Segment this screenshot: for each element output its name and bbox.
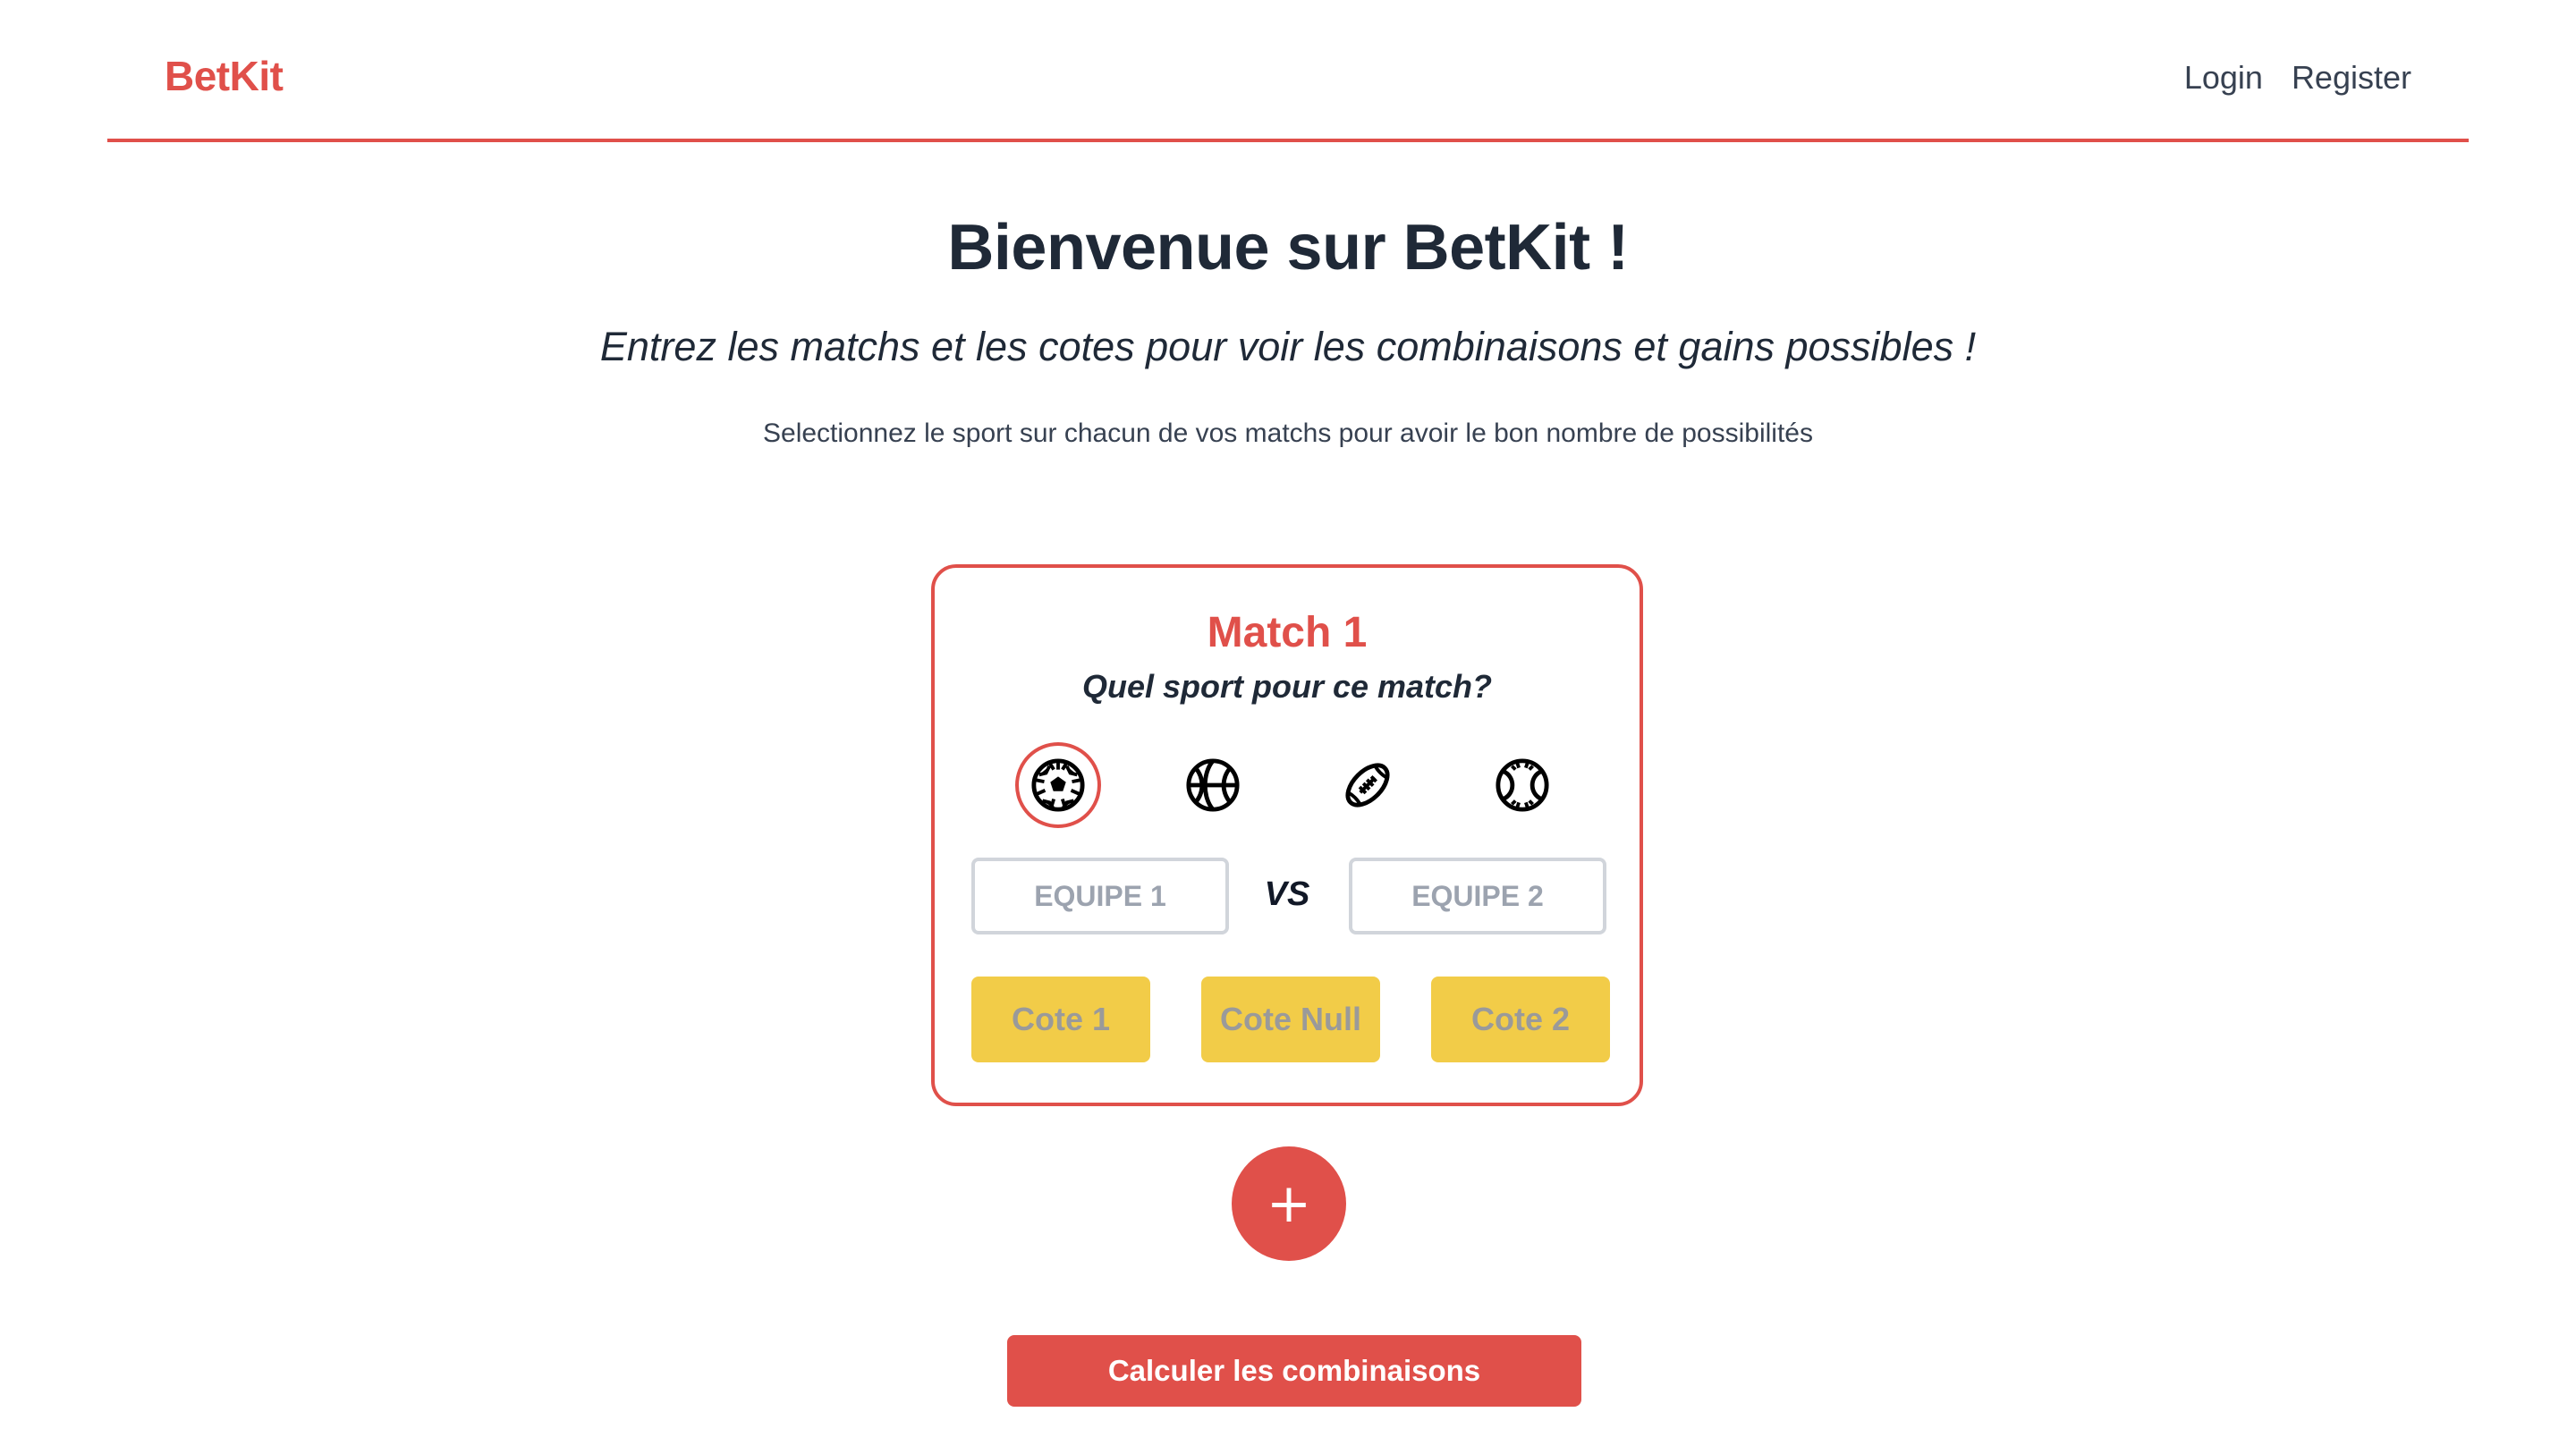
register-link[interactable]: Register [2292, 59, 2411, 97]
soccer-ball-icon [1031, 758, 1085, 812]
sport-question: Quel sport pour ce match? [1081, 668, 1493, 705]
team-2-input[interactable] [1349, 858, 1606, 934]
page-subtitle: Entrez les matchs et les cotes pour voir… [599, 324, 1977, 369]
page-title: Bienvenue sur BetKit ! [947, 212, 1629, 283]
tennis-ball-icon [1496, 758, 1549, 812]
basketball-icon [1186, 758, 1240, 812]
odd-1-input[interactable] [971, 977, 1150, 1062]
american-football-icon [1345, 763, 1390, 808]
odd-2-input[interactable] [1431, 977, 1610, 1062]
login-link[interactable]: Login [2184, 59, 2263, 97]
add-match-button[interactable]: + [1232, 1146, 1346, 1261]
nav-links: Login Register [2184, 59, 2411, 97]
calculate-combinations-button[interactable]: Calculer les combinaisons [1007, 1335, 1581, 1407]
brand-logo[interactable]: BetKit [165, 52, 284, 100]
sport-option-american-football[interactable] [1325, 742, 1411, 828]
odd-draw-input[interactable] [1201, 977, 1380, 1062]
sport-option-tennis[interactable] [1479, 742, 1565, 828]
sport-selection-hint: Selectionnez le sport sur chacun de vos … [763, 419, 1813, 448]
top-navbar: BetKit Login Register [107, 0, 2469, 142]
match-title: Match 1 [1207, 609, 1368, 656]
sport-option-soccer[interactable] [1015, 742, 1101, 828]
sport-option-basketball[interactable] [1170, 742, 1256, 828]
match-card: Match 1 Quel sport pour ce match? EQUIPE… [931, 564, 1643, 1106]
